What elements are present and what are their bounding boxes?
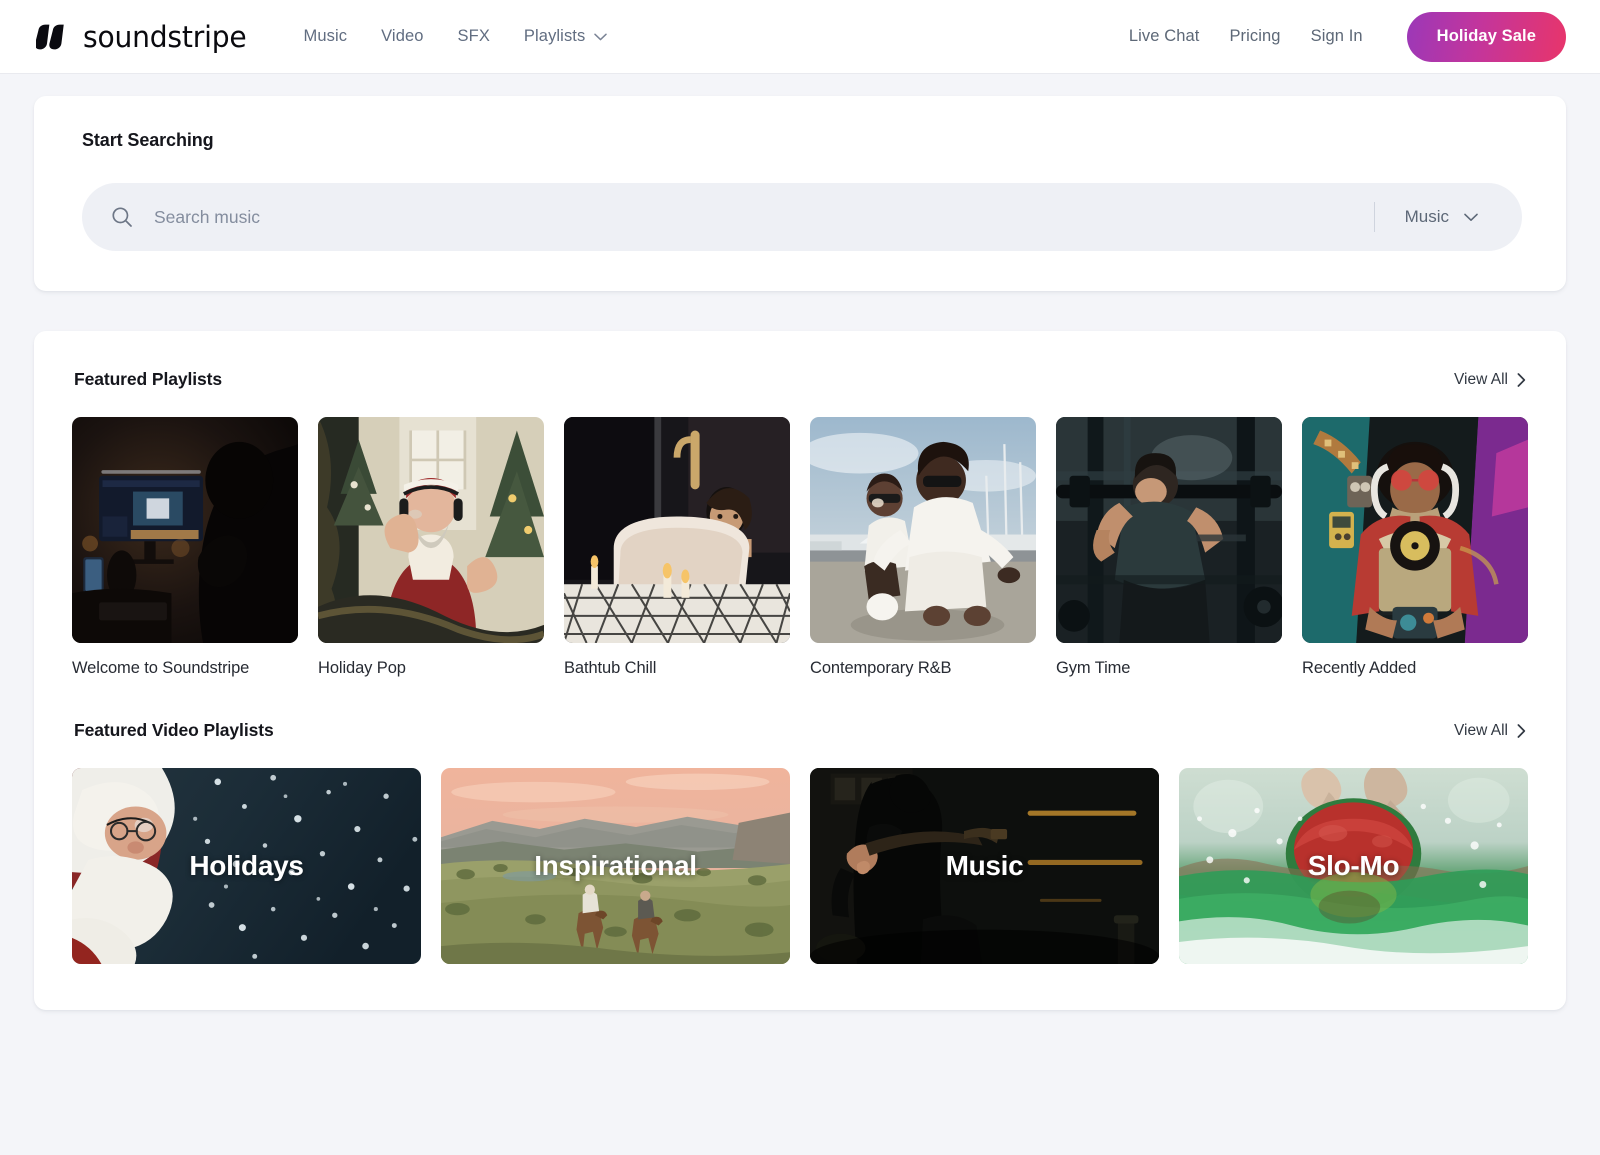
video-thumbnail-watermelon-splash-water [1179, 768, 1528, 964]
playlists-panel: Featured Playlists View All [34, 331, 1566, 1010]
playlist-card[interactable]: Contemporary R&B [810, 417, 1036, 678]
search-panel-title: Start Searching [82, 130, 1522, 151]
nav-item-playlists[interactable]: Playlists [524, 27, 607, 46]
soundstripe-logo-icon [36, 24, 72, 50]
search-type-dropdown[interactable]: Music [1405, 207, 1512, 227]
chevron-right-icon [1517, 373, 1526, 387]
playlist-card[interactable]: Welcome to Soundstripe [72, 417, 298, 678]
chevron-down-icon [1464, 213, 1478, 222]
logo-text: soundstripe [83, 20, 246, 54]
nav-item-sfx[interactable]: SFX [458, 27, 490, 46]
video-playlist-card[interactable]: Slo-Mo [1179, 768, 1528, 964]
nav-item-sign-in[interactable]: Sign In [1311, 27, 1363, 46]
search-divider [1374, 202, 1375, 232]
video-thumbnail-horseback-riders-valley-sunset [441, 768, 790, 964]
featured-playlists-grid: Welcome to Soundstripe [72, 417, 1528, 678]
playlist-label: Gym Time [1056, 659, 1282, 678]
nav-item-playlists-label: Playlists [524, 27, 585, 46]
featured-video-playlists-title: Featured Video Playlists [74, 720, 274, 741]
view-all-label: View All [1454, 722, 1508, 740]
playlist-thumbnail-santa-headphones-christmas [318, 417, 544, 643]
video-playlist-card[interactable]: Inspirational [441, 768, 790, 964]
playlist-label: Contemporary R&B [810, 659, 1036, 678]
search-panel: Start Searching Music [34, 96, 1566, 291]
holiday-sale-button[interactable]: Holiday Sale [1407, 12, 1566, 62]
playlist-card[interactable]: Bathtub Chill [564, 417, 790, 678]
site-header: soundstripe Music Video SFX Playlists Li… [0, 0, 1600, 74]
view-all-label: View All [1454, 371, 1508, 389]
playlist-card[interactable]: Holiday Pop [318, 417, 544, 678]
search-input[interactable] [154, 207, 1374, 228]
nav-item-music[interactable]: Music [304, 27, 348, 46]
video-thumbnail-santa-blowing-snow [72, 768, 421, 964]
nav-item-pricing[interactable]: Pricing [1229, 27, 1280, 46]
primary-nav: Music Video SFX Playlists [304, 27, 608, 46]
playlist-thumbnail-two-women-white-outfits-marina [810, 417, 1036, 643]
featured-playlists-title: Featured Playlists [74, 369, 222, 390]
featured-video-playlists-header: Featured Video Playlists View All [72, 720, 1528, 741]
search-type-value: Music [1405, 207, 1449, 227]
logo[interactable]: soundstripe [36, 20, 252, 54]
video-playlist-card[interactable]: Music [810, 768, 1159, 964]
featured-video-playlists-view-all[interactable]: View All [1454, 722, 1526, 740]
featured-playlists-header: Featured Playlists View All [72, 369, 1528, 390]
search-icon [110, 205, 134, 229]
playlist-label: Recently Added [1302, 659, 1528, 678]
search-bar[interactable]: Music [82, 183, 1522, 251]
chevron-right-icon [1517, 724, 1526, 738]
featured-playlists-view-all[interactable]: View All [1454, 371, 1526, 389]
page-body: Start Searching Music Featured Playlists… [0, 74, 1600, 1010]
nav-item-video[interactable]: Video [381, 27, 423, 46]
video-thumbnail-guitarist-dark-stage [810, 768, 1159, 964]
playlist-card[interactable]: Recently Added [1302, 417, 1528, 678]
playlist-label: Bathtub Chill [564, 659, 790, 678]
secondary-nav: Live Chat Pricing Sign In Holiday Sale [1129, 12, 1566, 62]
featured-video-playlists-grid: Holidays [72, 768, 1528, 964]
chevron-down-icon [594, 33, 607, 41]
playlist-card[interactable]: Gym Time [1056, 417, 1282, 678]
video-playlist-card[interactable]: Holidays [72, 768, 421, 964]
playlist-thumbnail-man-vinyl-headphones-colorful [1302, 417, 1528, 643]
nav-item-live-chat[interactable]: Live Chat [1129, 27, 1200, 46]
playlist-thumbnail-editor-at-desk-dark [72, 417, 298, 643]
playlist-label: Welcome to Soundstripe [72, 659, 298, 678]
playlist-thumbnail-man-squat-rack-gym [1056, 417, 1282, 643]
playlist-thumbnail-bathtub-candles-dark [564, 417, 790, 643]
playlist-label: Holiday Pop [318, 659, 544, 678]
